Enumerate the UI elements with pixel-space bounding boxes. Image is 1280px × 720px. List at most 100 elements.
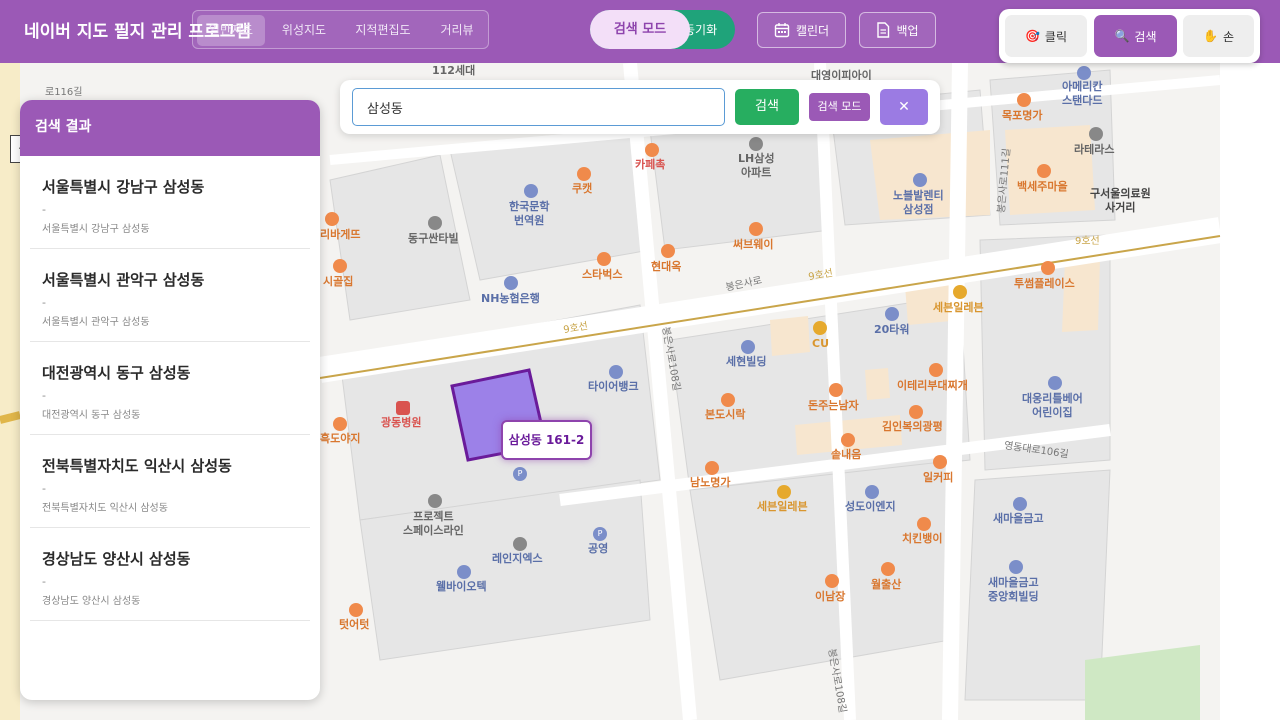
place-label[interactable]: NH농협은행 [481,292,540,306]
place-label[interactable]: 세븐일레븐 [757,500,808,514]
map-type-cadastral[interactable]: 지적편집도 [343,15,423,46]
calendar-label: 캘린더 [795,23,830,38]
place-label[interactable]: 카페촉 [635,158,665,172]
search-icon: 🔍 [1114,29,1130,43]
search-bar: 검색 검색 모드 ✕ [340,80,940,134]
place-label[interactable]: 구서울의료원 사거리 [1090,187,1151,215]
result-item[interactable]: 서울특별시 강남구 삼성동 - 서울특별시 강남구 삼성동 [30,156,310,249]
restaurant-icon [349,603,363,617]
place-label[interactable]: 대웅리틀베어 어린이집 [1022,392,1083,420]
place-label[interactable]: 새마을금고 중앙회빌딩 [988,576,1039,604]
place-label[interactable]: 동구싼타빌 [408,232,459,246]
place-label[interactable]: CU [812,337,829,351]
place-label[interactable]: 한국문학 번역원 [509,200,549,228]
place-label[interactable]: 20타워 [874,323,910,337]
place-label[interactable]: 치킨뱅이 [902,532,942,546]
backup-label: 백업 [896,23,919,38]
place-label[interactable]: 월출산 [871,578,901,592]
place-label[interactable]: 라테라스 [1074,143,1114,157]
result-item[interactable]: 대전광역시 동구 삼성동 - 대전광역시 동구 삼성동 [30,342,310,435]
parking-icon: P [593,527,607,541]
place-label[interactable]: 돈주는남자 [808,399,859,413]
place-label[interactable]: 백세주마을 [1017,180,1068,194]
place-label[interactable]: 광동병원 [381,416,421,430]
restaurant-icon [881,562,895,576]
tire-shop-icon [609,365,623,379]
parcel-label[interactable]: 삼성동 161-2 [501,420,592,460]
place-label[interactable]: 이남장 [815,590,845,604]
place-label[interactable]: 세븐일레븐 [933,301,984,315]
result-address: 서울특별시 강남구 삼성동 [42,224,150,235]
cafe-icon [933,455,947,469]
click-tool-label: 클릭 [1044,29,1068,44]
place-label[interactable]: 남노명가 [690,476,730,490]
place-label[interactable]: LH삼성 아파트 [738,152,774,180]
place-label[interactable]: 112세대 [432,64,475,78]
place-pin-icon [1009,560,1023,574]
result-subtitle: - [42,296,46,309]
bank-icon [1013,497,1027,511]
result-item[interactable]: 경상남도 양산시 삼성동 - 경상남도 양산시 삼성동 [30,528,310,621]
restaurant-icon [1037,164,1051,178]
place-label[interactable]: 공영 [588,542,608,556]
place-label[interactable]: 목포명가 [1002,109,1042,123]
bank-icon [504,276,518,290]
click-tool-button[interactable]: 🎯 클릭 [1005,15,1087,57]
place-label[interactable]: 프로젝트 스페이스라인 [403,510,464,538]
place-pin-icon [885,307,899,321]
place-label[interactable]: 타이어뱅크 [588,380,639,394]
restaurant-icon [333,417,347,431]
place-label[interactable]: 노블발렌티 삼성점 [893,189,944,217]
restaurant-icon [909,405,923,419]
result-item[interactable]: 서울특별시 관악구 삼성동 - 서울특별시 관악구 삼성동 [30,249,310,342]
place-label[interactable]: 웰바이오텍 [436,580,487,594]
place-label[interactable]: 이테리부대찌개 [897,379,968,393]
place-label[interactable]: 세현빌딩 [726,355,766,369]
place-label[interactable]: 새마을금고 [993,512,1044,526]
tool-group: 🎯 클릭 🔍 검색 ✋ 손 [999,9,1260,63]
result-item[interactable]: 전북특별자치도 익산시 삼성동 - 전북특별자치도 익산시 삼성동 [30,435,310,528]
place-label[interactable]: 투썸플레이스 [1014,277,1075,291]
map-type-streetview[interactable]: 거리뷰 [429,15,485,46]
search-mode-indicator[interactable]: 검색 모드 [590,10,690,49]
search-tool-label: 검색 [1134,29,1157,44]
place-label[interactable]: 김인복의광평 [882,420,943,434]
place-label[interactable]: 흑도야지 [320,432,360,446]
cafe-icon [597,252,611,266]
place-label[interactable]: 쿠캣 [572,182,592,196]
close-search-button[interactable]: ✕ [880,89,928,125]
search-mode-tag: 검색 모드 [809,93,870,121]
place-label[interactable]: 텃어텃 [339,618,369,632]
restaurant-icon [929,363,943,377]
place-label[interactable]: 현대옥 [651,260,681,274]
result-title: 전북특별자치도 익산시 삼성동 [42,457,232,475]
map-type-satellite[interactable]: 위성지도 [271,15,337,46]
hand-tool-button[interactable]: ✋ 손 [1183,15,1254,57]
place-label[interactable]: 일커피 [923,471,953,485]
map-type-normal[interactable]: 일반지도 [197,15,265,46]
place-label[interactable]: 써브웨이 [733,238,773,252]
place-label[interactable]: 시골집 [323,275,353,289]
restaurant-icon [333,259,347,273]
calendar-button[interactable]: 캘린더 [757,12,846,48]
target-icon: 🎯 [1024,29,1040,43]
result-address: 서울특별시 관악구 삼성동 [42,317,150,328]
place-pin-icon [513,537,527,551]
place-label[interactable]: 솥내음 [831,448,861,462]
place-label[interactable]: 본도시락 [705,408,745,422]
search-button[interactable]: 검색 [735,89,799,125]
result-subtitle: - [42,575,46,588]
backup-button[interactable]: 백업 [859,12,936,48]
result-subtitle: - [42,482,46,495]
place-label[interactable]: 스타벅스 [582,268,622,282]
place-label[interactable]: 레인지엑스 [492,552,543,566]
place-label[interactable]: 성도이엔지 [845,500,896,514]
convenience-store-icon [777,485,791,499]
place-label[interactable]: 리바게뜨 [320,228,360,242]
search-input[interactable] [352,88,725,126]
app-header: 네이버 지도 필지 관리 프로그램 일반지도 위성지도 지적편집도 거리뷰 동기… [0,0,1280,63]
result-title: 서울특별시 강남구 삼성동 [42,178,205,196]
place-label[interactable]: 아메리칸 스탠다드 [1062,80,1102,108]
hand-icon: ✋ [1203,29,1218,43]
search-tool-button[interactable]: 🔍 검색 [1094,15,1177,57]
